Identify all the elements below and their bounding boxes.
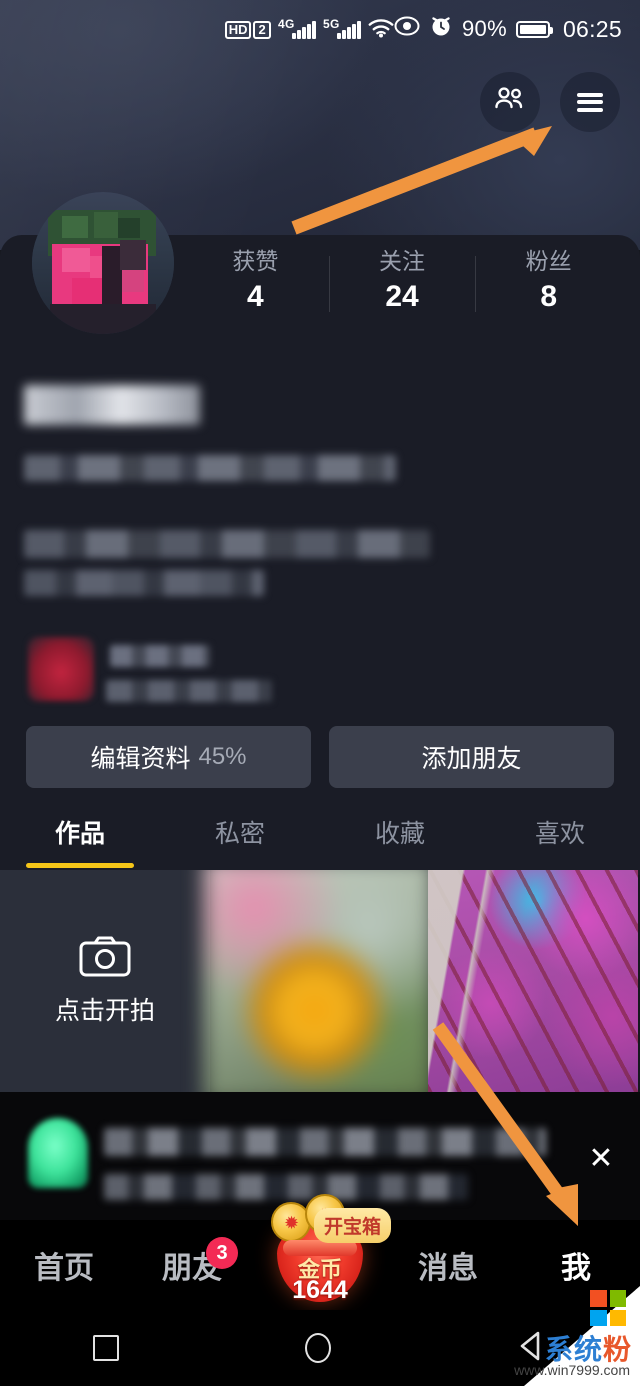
phone-screen: HD 2 4G 5G 90% 06:25 获赞 4 关注 24 粉丝 8 编辑资… — [0, 0, 640, 1386]
camera-icon — [79, 935, 131, 977]
hamburger-menu-icon — [577, 89, 603, 115]
signal-icon: 5G — [323, 17, 361, 39]
clock-label: 06:25 — [562, 15, 622, 42]
profile-card-thumbnail — [28, 637, 94, 701]
battery-percent-label: 90% — [462, 16, 507, 41]
add-friend-button[interactable]: 添加朋友 — [329, 726, 614, 788]
menu-button[interactable] — [560, 72, 620, 132]
hd-sub-label: 2 — [253, 21, 271, 39]
tab-private[interactable]: 私密 — [160, 808, 320, 870]
profile-card-subtitle[interactable] — [106, 680, 272, 702]
profile-card-title — [110, 645, 210, 667]
hd-label: HD — [224, 21, 252, 39]
profile-nickname — [24, 385, 200, 425]
stat-following[interactable]: 关注 24 — [328, 246, 476, 334]
nav-item-me[interactable]: 我 — [512, 1243, 640, 1287]
hd-icon: HD 2 — [224, 21, 271, 39]
eye-icon — [394, 16, 420, 42]
tab-private-label: 私密 — [214, 820, 265, 848]
stat-following-label: 关注 — [379, 248, 425, 274]
coin-amount: 1644 — [292, 1276, 348, 1304]
annotation-arrow-to-menu — [284, 118, 564, 238]
add-friend-label: 添加朋友 — [421, 745, 522, 773]
promo-text-line-2 — [104, 1174, 468, 1200]
open-treasure-badge[interactable]: 开宝箱 — [314, 1208, 392, 1243]
sim1-generation-label: 4G — [278, 17, 295, 31]
edit-profile-label: 编辑资料 — [90, 745, 191, 773]
watermark-url: www.win7999.com — [514, 1362, 630, 1378]
nav-item-home[interactable]: 首页 — [0, 1243, 128, 1287]
nav-item-me-label: 我 — [561, 1252, 591, 1285]
tab-works-label: 作品 — [54, 820, 105, 848]
status-bar-right: 90% 06:25 — [394, 14, 622, 44]
profile-bio-row-1 — [24, 530, 430, 558]
profile-stats: 获赞 4 关注 24 粉丝 8 — [182, 246, 622, 334]
friends-icon — [493, 85, 527, 120]
alarm-icon — [429, 14, 453, 44]
edit-profile-percent: 45% — [198, 743, 247, 770]
tab-works[interactable]: 作品 — [0, 808, 160, 870]
signal-icon: 4G — [278, 17, 316, 39]
stat-likes-label: 获赞 — [232, 248, 279, 274]
wifi-icon — [368, 19, 394, 39]
video-thumbnail-rose[interactable] — [203, 870, 435, 1092]
square-recents-icon[interactable] — [93, 1335, 119, 1361]
stat-likes[interactable]: 获赞 4 — [182, 246, 329, 334]
nav-item-home-label: 首页 — [34, 1252, 94, 1285]
start-shooting-tile[interactable]: 点击开拍 — [0, 870, 210, 1092]
coin-button[interactable]: ✹ ✹ 金币 1644 开宝箱 — [256, 1194, 392, 1310]
tab-favorites-label: 收藏 — [374, 820, 425, 848]
sim2-generation-label: 5G — [323, 17, 340, 31]
profile-action-buttons: 编辑资料 45% 添加朋友 — [26, 726, 614, 788]
promo-icon — [28, 1118, 88, 1188]
battery-icon — [515, 20, 553, 38]
annotation-arrow-to-me-tab — [420, 1020, 600, 1240]
tab-likes-label: 喜欢 — [534, 820, 585, 848]
tab-likes[interactable]: 喜欢 — [480, 808, 640, 870]
open-treasure-label: 开宝箱 — [324, 1217, 382, 1238]
stat-following-value: 24 — [385, 280, 419, 313]
status-bar-center: HD 2 4G 5G — [224, 17, 394, 39]
status-bar: HD 2 4G 5G 90% 06:25 — [0, 0, 640, 58]
profile-tabs: 作品 私密 收藏 喜欢 — [0, 808, 640, 870]
stat-followers-label: 粉丝 — [525, 248, 572, 274]
circle-home-icon[interactable] — [305, 1333, 331, 1363]
start-shooting-label: 点击开拍 — [54, 997, 155, 1025]
edit-profile-button[interactable]: 编辑资料 45% — [26, 726, 311, 788]
nav-badge-friends: 3 — [206, 1237, 238, 1269]
microsoft-logo-icon — [590, 1290, 626, 1326]
tab-favorites[interactable]: 收藏 — [320, 808, 480, 870]
nav-item-messages[interactable]: 消息 — [384, 1243, 512, 1287]
profile-bio-row-2 — [24, 570, 264, 596]
stat-likes-value: 4 — [246, 280, 264, 313]
profile-meta-row-1 — [24, 455, 396, 481]
stat-followers[interactable]: 粉丝 8 — [475, 246, 622, 334]
nav-item-messages-label: 消息 — [418, 1252, 478, 1285]
nav-item-friends[interactable]: 朋友 3 — [128, 1237, 256, 1287]
watermark: 系统 粉 www.win7999.com — [440, 1286, 640, 1386]
avatar[interactable] — [32, 192, 174, 334]
stat-followers-value: 8 — [540, 280, 558, 313]
